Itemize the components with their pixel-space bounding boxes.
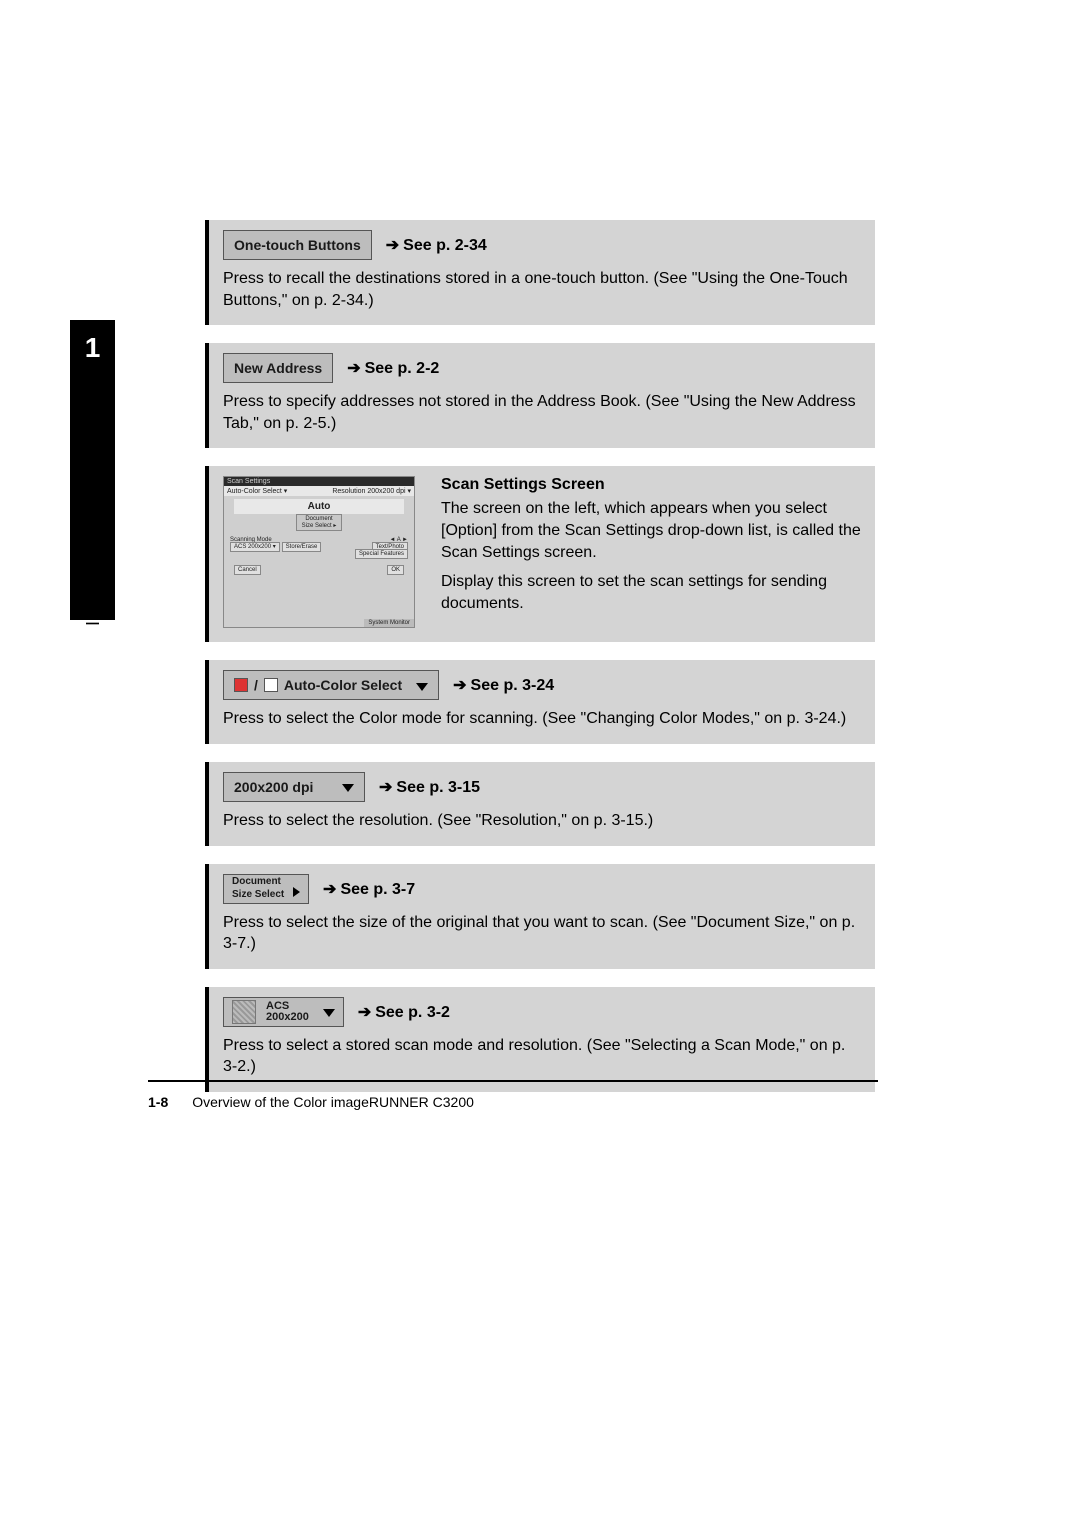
one-touch-buttons-button[interactable]: One-touch Buttons — [223, 230, 372, 260]
page: 1 Introduction to Sending Functions One-… — [0, 0, 1080, 1528]
section-one-touch: One-touch Buttons See p. 2-34 Press to r… — [205, 220, 875, 325]
see-ref: See p. 3-2 — [358, 1002, 450, 1022]
mock-docsel: DocumentSize Select ▸ — [296, 514, 342, 531]
button-label: One-touch Buttons — [234, 237, 361, 253]
scan-settings-body2: Display this screen to set the scan sett… — [441, 571, 861, 614]
button-line2: Size Select — [232, 887, 300, 901]
footer-title: Overview of the Color imageRUNNER C3200 — [192, 1094, 474, 1110]
see-ref: See p. 2-34 — [386, 235, 487, 255]
mock-store: Store/Erase — [282, 542, 322, 552]
see-ref: See p. 2-2 — [347, 358, 439, 378]
section-body: Press to select a stored scan mode and r… — [223, 1035, 861, 1078]
section-doc-size: Document Size Select See p. 3-7 Press to… — [205, 864, 875, 969]
button-line2: 200x200 — [266, 1011, 309, 1023]
mock-acs: ACS 200x200 ▾ — [230, 542, 280, 552]
chevron-down-icon — [334, 779, 354, 795]
chevron-down-icon — [408, 677, 428, 693]
section-acs: ACS 200x200 See p. 3-2 Press to select a… — [205, 987, 875, 1092]
white-swatch-icon — [264, 678, 278, 692]
see-ref: See p. 3-15 — [379, 777, 480, 797]
acs-button[interactable]: ACS 200x200 — [223, 997, 344, 1027]
section-new-address: New Address See p. 2-2 Press to specify … — [205, 343, 875, 448]
see-ref: See p. 3-24 — [453, 675, 554, 695]
chevron-right-icon — [287, 889, 300, 900]
section-body: Press to recall the destinations stored … — [223, 268, 861, 311]
mock-auto: Auto — [234, 499, 404, 514]
scan-settings-title: Scan Settings Screen — [441, 476, 861, 494]
content-area: One-touch Buttons See p. 2-34 Press to r… — [205, 220, 875, 1110]
mock-sysmon: System Monitor — [364, 619, 414, 627]
acs-preset-icon — [232, 1000, 256, 1024]
sidebar-title: Introduction to Sending Functions — [83, 358, 104, 626]
section-body: Press to specify addresses not stored in… — [223, 391, 861, 434]
mock-cancel: Cancel — [234, 565, 261, 575]
mock-ok: OK — [387, 565, 404, 575]
section-body: Press to select the size of the original… — [223, 912, 861, 955]
page-number: 1-8 — [148, 1094, 168, 1110]
scan-settings-screenshot: Scan Settings Auto-Color Select ▾ Resolu… — [223, 476, 415, 628]
mock-color-select: Auto-Color Select ▾ — [227, 487, 287, 495]
button-label: New Address — [234, 360, 322, 376]
scan-settings-body1: The screen on the left, which appears wh… — [441, 498, 861, 563]
button-line1: Document — [232, 877, 300, 888]
see-ref: See p. 3-7 — [323, 879, 415, 899]
mock-special: Special Features — [355, 549, 408, 559]
footer-rule — [148, 1080, 878, 1082]
auto-color-select-button[interactable]: / Auto-Color Select — [223, 670, 439, 700]
chevron-down-icon — [315, 1004, 335, 1019]
footer: 1-8 Overview of the Color imageRUNNER C3… — [148, 1094, 474, 1110]
section-scan-settings: Scan Settings Auto-Color Select ▾ Resolu… — [205, 466, 875, 642]
new-address-button[interactable]: New Address — [223, 353, 333, 383]
document-size-select-button[interactable]: Document Size Select — [223, 874, 309, 904]
button-label: 200x200 dpi — [234, 779, 313, 795]
section-auto-color: / Auto-Color Select See p. 3-24 Press to… — [205, 660, 875, 744]
mock-titlebar: Scan Settings — [224, 477, 414, 486]
mock-resolution: Resolution 200x200 dpi ▾ — [332, 487, 411, 495]
section-body: Press to select the Color mode for scann… — [223, 708, 861, 730]
red-swatch-icon — [234, 678, 248, 692]
section-resolution: 200x200 dpi See p. 3-15 Press to select … — [205, 762, 875, 846]
resolution-button[interactable]: 200x200 dpi — [223, 772, 365, 802]
button-label: Auto-Color Select — [284, 677, 402, 693]
section-body: Press to select the resolution. (See "Re… — [223, 810, 861, 832]
